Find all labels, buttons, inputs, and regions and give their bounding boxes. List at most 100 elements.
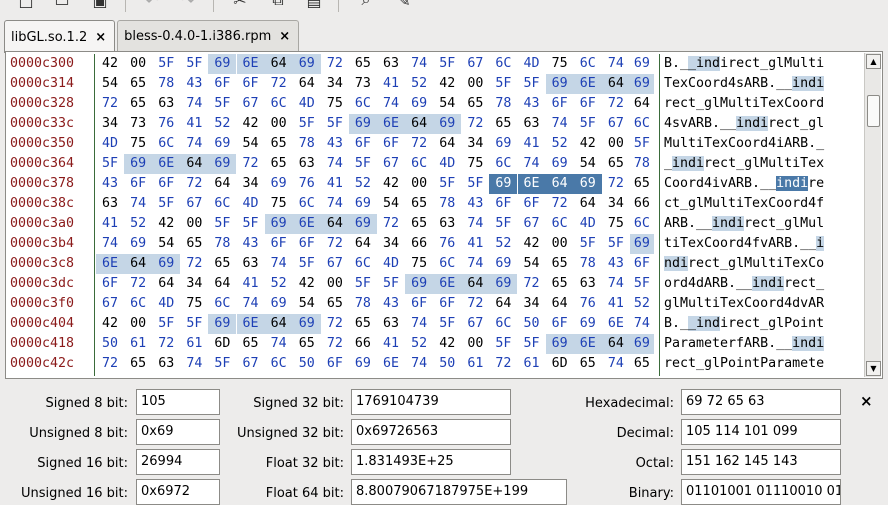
hex-byte[interactable]: 6C <box>433 254 461 274</box>
hex-byte[interactable]: 75 <box>546 54 574 74</box>
open-folder-icon[interactable]: ▭ <box>50 0 74 12</box>
hex-byte[interactable]: 52 <box>546 134 574 154</box>
hex-byte[interactable]: 69 <box>348 114 377 134</box>
hex-byte[interactable]: 6C <box>349 94 377 114</box>
hex-row[interactable]: 0000c364 5F 69 6E 64 69 72 65 63 74 5F 67 6C 4D 75 6C 74… <box>8 154 863 174</box>
hex-byte[interactable]: 65 <box>349 54 377 74</box>
hex-byte[interactable]: 65 <box>265 134 293 154</box>
hex-byte[interactable]: 4D <box>574 214 602 234</box>
hex-byte[interactable]: 63 <box>96 194 124 214</box>
hex-byte[interactable]: 43 <box>461 194 489 214</box>
hex-byte[interactable]: 34 <box>602 194 630 214</box>
hex-byte[interactable]: 54 <box>574 154 602 174</box>
ascii-text[interactable]: ct_glMultiTexCoord4f <box>664 194 824 214</box>
hex-byte[interactable]: 43 <box>518 94 546 114</box>
hex-byte[interactable]: 69 <box>124 154 153 174</box>
ascii-text[interactable]: B.__indirect_glPoint <box>664 314 824 334</box>
hex-byte[interactable]: 65 <box>180 234 208 254</box>
hex-byte[interactable]: 72 <box>96 354 124 374</box>
hex-byte[interactable]: 72 <box>602 94 630 114</box>
hex-byte[interactable]: 5F <box>152 54 180 74</box>
hex-byte[interactable]: 6F <box>293 234 321 254</box>
hex-byte[interactable]: 6E <box>236 314 265 334</box>
hex-byte[interactable]: 61 <box>518 354 546 374</box>
hex-byte[interactable]: 65 <box>293 334 321 354</box>
hex-byte[interactable]: 6E <box>433 274 462 294</box>
hex-byte[interactable]: 74 <box>180 354 208 374</box>
hex-byte[interactable]: 72 <box>489 354 517 374</box>
hex-byte[interactable]: 64 <box>489 294 517 314</box>
hex-byte[interactable]: 6F <box>489 194 517 214</box>
unsigned16-field[interactable]: 0x6972 <box>136 479 220 505</box>
ascii-text[interactable]: ord4dARB.__indirect_ <box>664 274 824 294</box>
hex-byte[interactable]: 78 <box>433 194 461 214</box>
hex-byte[interactable]: 41 <box>518 134 546 154</box>
hex-byte[interactable]: 00 <box>546 234 574 254</box>
close-converter-icon[interactable]: × <box>860 392 873 410</box>
hex-row[interactable]: 0000c38c 63 74 5F 67 6C 4D 75 6C 74 69 54 65 78 43 6F 6F… <box>8 194 863 214</box>
hex-byte[interactable]: 41 <box>96 214 124 234</box>
hex-byte[interactable]: 72 <box>180 254 208 274</box>
hex-byte[interactable]: 72 <box>461 114 489 134</box>
hex-byte[interactable]: 64 <box>601 74 630 94</box>
tab-close-icon[interactable]: × <box>95 30 106 45</box>
hex-byte[interactable]: 43 <box>180 74 208 94</box>
hex-byte[interactable]: 69 <box>292 314 321 334</box>
hex-byte[interactable]: 74 <box>96 234 124 254</box>
hex-byte[interactable]: 72 <box>321 334 349 354</box>
hex-byte[interactable]: 64 <box>320 214 349 234</box>
hex-byte[interactable]: 5F <box>574 234 602 254</box>
hex-byte[interactable]: 34 <box>237 174 265 194</box>
hex-byte[interactable]: 74 <box>602 274 630 294</box>
hex-byte[interactable]: 43 <box>96 174 124 194</box>
hex-byte[interactable]: 50 <box>96 334 124 354</box>
hex-byte[interactable]: 64 <box>124 254 153 274</box>
hex-byte[interactable]: 69 <box>630 54 654 74</box>
hex-byte[interactable]: 6F <box>321 354 349 374</box>
hex-byte[interactable]: 67 <box>602 114 630 134</box>
hex-byte[interactable]: 5F <box>152 194 180 214</box>
hex-byte[interactable]: 75 <box>180 294 208 314</box>
hex-byte[interactable]: 72 <box>321 54 349 74</box>
hex-byte[interactable]: 69 <box>124 234 152 254</box>
hex-byte[interactable]: 66 <box>405 234 433 254</box>
hex-byte[interactable]: 65 <box>405 194 433 214</box>
unsigned32-field[interactable]: 0x69726563 <box>351 419 511 445</box>
hex-byte[interactable]: 6C <box>489 154 517 174</box>
hex-byte[interactable]: 34 <box>377 234 405 254</box>
ascii-text[interactable]: glMultiTexCoord4dvAR <box>664 294 824 314</box>
ascii-text[interactable]: B.__indirect_glMulti <box>664 54 824 74</box>
hex-byte[interactable]: 74 <box>630 314 654 334</box>
hex-byte[interactable]: 74 <box>461 214 489 234</box>
ascii-text[interactable]: TexCoord4sARB.__indi <box>664 74 825 94</box>
find-icon[interactable]: ⌕ <box>354 0 378 12</box>
hex-byte[interactable]: 42 <box>518 234 546 254</box>
hex-byte[interactable]: 69 <box>489 274 518 294</box>
hex-byte[interactable]: 34 <box>321 74 349 94</box>
hex-byte[interactable]: 72 <box>546 194 574 214</box>
hex-byte[interactable]: 5F <box>349 154 377 174</box>
hex-byte[interactable]: 42 <box>433 74 461 94</box>
hex-byte[interactable]: 69 <box>573 174 602 194</box>
hex-byte[interactable]: 74 <box>265 334 293 354</box>
hex-byte[interactable]: 72 <box>152 334 180 354</box>
tab-close-icon[interactable]: × <box>279 29 290 44</box>
hex-byte[interactable]: 65 <box>630 174 654 194</box>
hex-byte[interactable]: 69 <box>489 254 517 274</box>
hex-byte[interactable]: 54 <box>518 254 546 274</box>
hex-row[interactable]: 0000c42c 72 65 63 74 5F 67 6C 50 6F 69 6E 74 50 61 72 61… <box>8 354 863 374</box>
hex-byte[interactable]: 5F <box>377 274 405 294</box>
hex-byte[interactable]: 74 <box>265 254 293 274</box>
hex-byte[interactable]: 69 <box>545 74 574 94</box>
hex-byte[interactable]: 5F <box>293 114 321 134</box>
hex-byte[interactable]: 6E <box>573 334 602 354</box>
hex-byte[interactable]: 69 <box>348 214 377 234</box>
ascii-text[interactable]: _indirect_glMultiTex <box>664 154 824 174</box>
copy-icon[interactable]: ⧉ <box>266 0 290 12</box>
hex-byte[interactable]: 74 <box>405 54 433 74</box>
hex-byte[interactable]: 42 <box>574 134 602 154</box>
hex-byte[interactable]: 75 <box>321 94 349 114</box>
hex-byte[interactable]: 52 <box>489 234 517 254</box>
hex-byte[interactable]: 52 <box>124 214 152 234</box>
hex-byte[interactable]: 75 <box>124 134 152 154</box>
